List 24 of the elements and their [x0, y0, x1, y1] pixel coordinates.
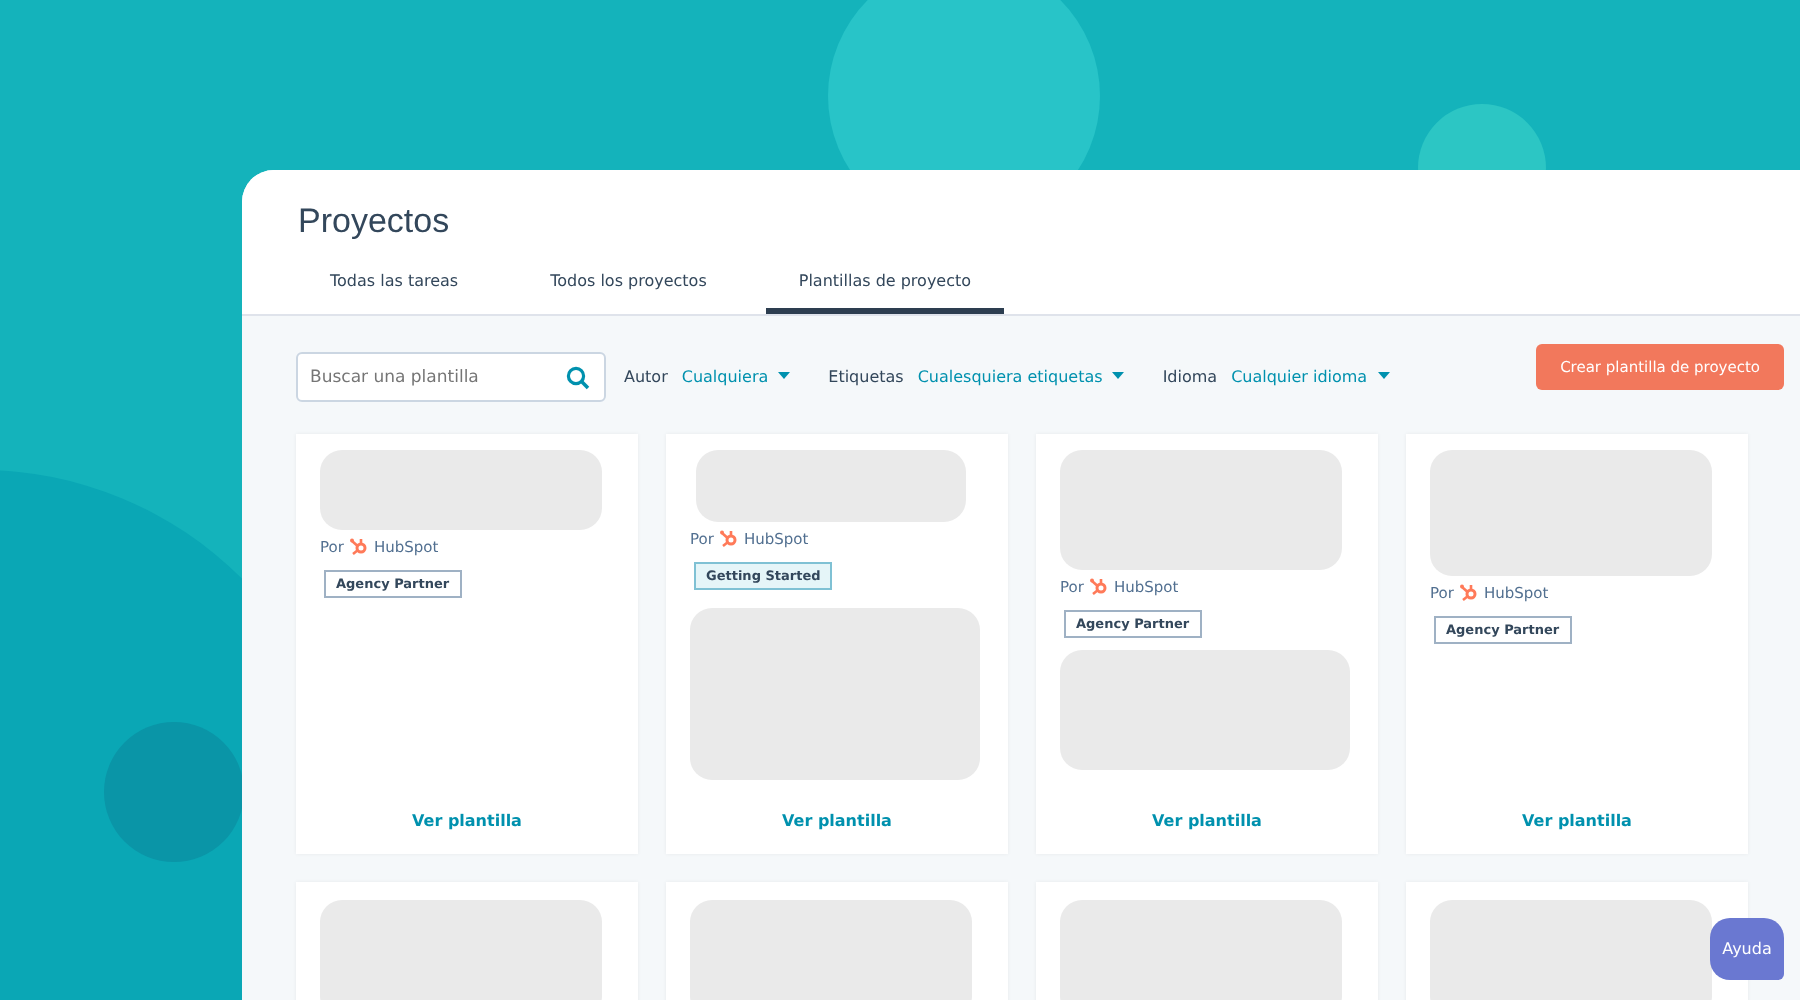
page-title: Proyectos [298, 202, 452, 242]
caret-icon [778, 372, 791, 380]
help-button[interactable]: Ayuda [1710, 918, 1784, 980]
tab[interactable]: Todas las tareas [298, 272, 491, 314]
search-icon [566, 365, 590, 389]
caret-icon [1112, 372, 1125, 380]
sprocket-icon [719, 528, 738, 548]
tab[interactable]: Todos los proyectos [518, 272, 739, 314]
view-template-link[interactable]: Ver plantilla [412, 812, 522, 830]
caret-icon [1377, 372, 1390, 380]
filter-dropdown[interactable]: Cualquiera [681, 367, 803, 385]
filter-label: Autor [624, 367, 668, 385]
view-template-link[interactable]: Ver plantilla [1152, 812, 1262, 830]
sprocket-icon [1459, 582, 1478, 602]
sprocket-icon [1089, 576, 1108, 596]
sprocket-icon [349, 536, 368, 556]
view-template-link[interactable]: Ver plantilla [1522, 812, 1632, 830]
search-field[interactable]: Buscar una plantilla [296, 352, 606, 402]
filter-dropdown[interactable]: Cualquier idioma [1231, 367, 1402, 385]
view-template-link[interactable]: Ver plantilla [782, 812, 892, 830]
filter-label: Etiquetas [828, 367, 904, 385]
filter-dropdown[interactable]: Cualesquiera etiquetas [917, 367, 1137, 385]
filter-label: Idioma [1162, 367, 1218, 385]
tab[interactable]: Plantillas de proyecto [766, 272, 1004, 314]
